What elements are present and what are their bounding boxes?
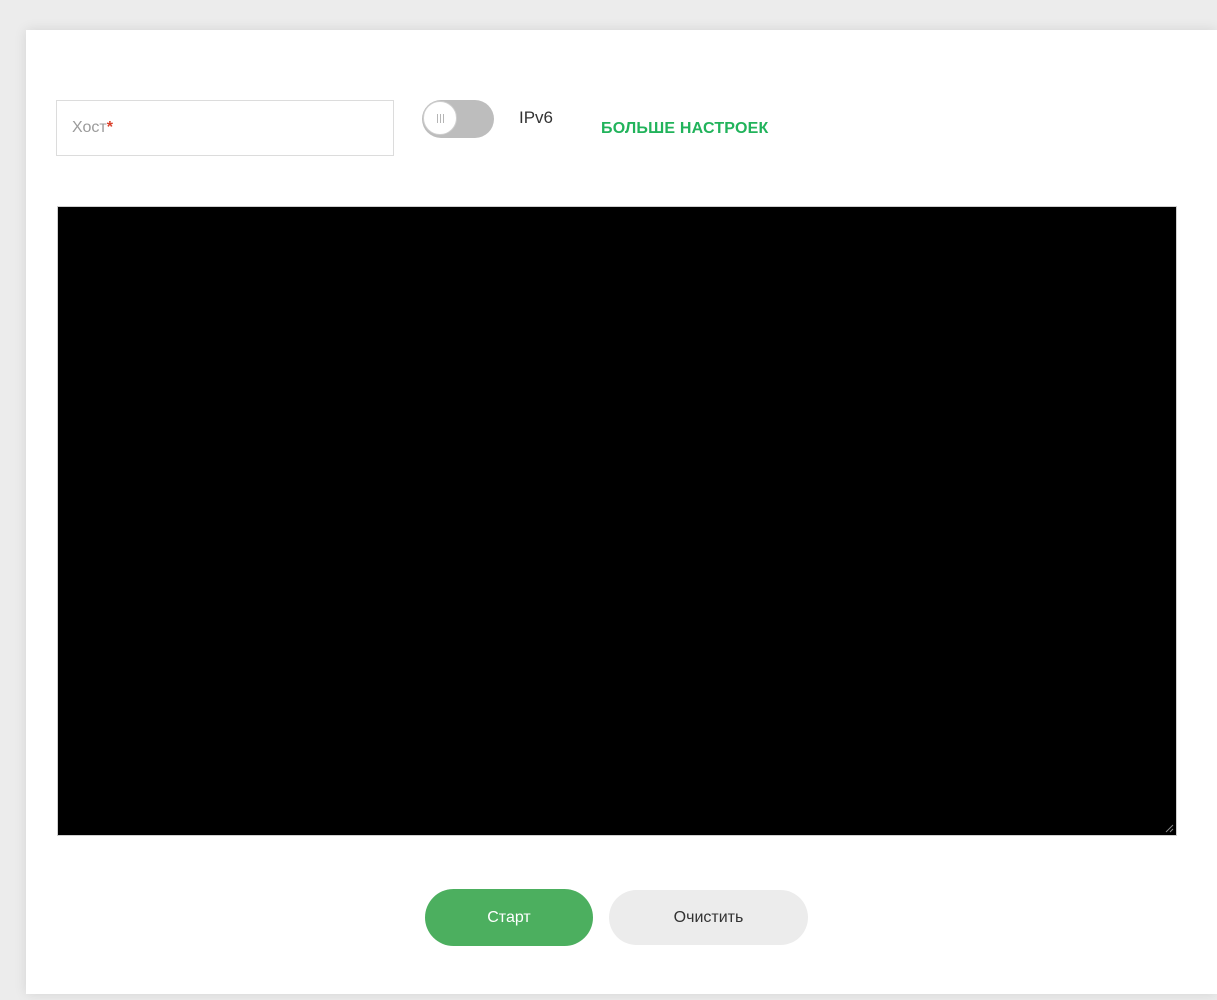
ipv6-toggle[interactable]	[422, 100, 494, 138]
start-button[interactable]: Старт	[425, 889, 593, 946]
host-placeholder-text: Хост	[72, 119, 107, 136]
ipv6-label: IPv6	[519, 108, 554, 127]
host-placeholder: Хост*	[72, 119, 113, 137]
clear-button[interactable]: Очистить	[609, 890, 808, 945]
more-settings-link[interactable]: БОЛЬШЕ НАСТРОЕК	[601, 120, 768, 138]
required-mark: *	[106, 119, 113, 136]
toggle-knob-icon	[423, 101, 457, 135]
host-input[interactable]: Хост*	[56, 100, 394, 156]
tool-panel: Хост* IPv6 БОЛЬШЕ НАСТРОЕК Старт Очистит…	[26, 30, 1217, 994]
resize-grip-icon[interactable]	[1164, 823, 1174, 833]
output-terminal[interactable]	[57, 206, 1177, 836]
